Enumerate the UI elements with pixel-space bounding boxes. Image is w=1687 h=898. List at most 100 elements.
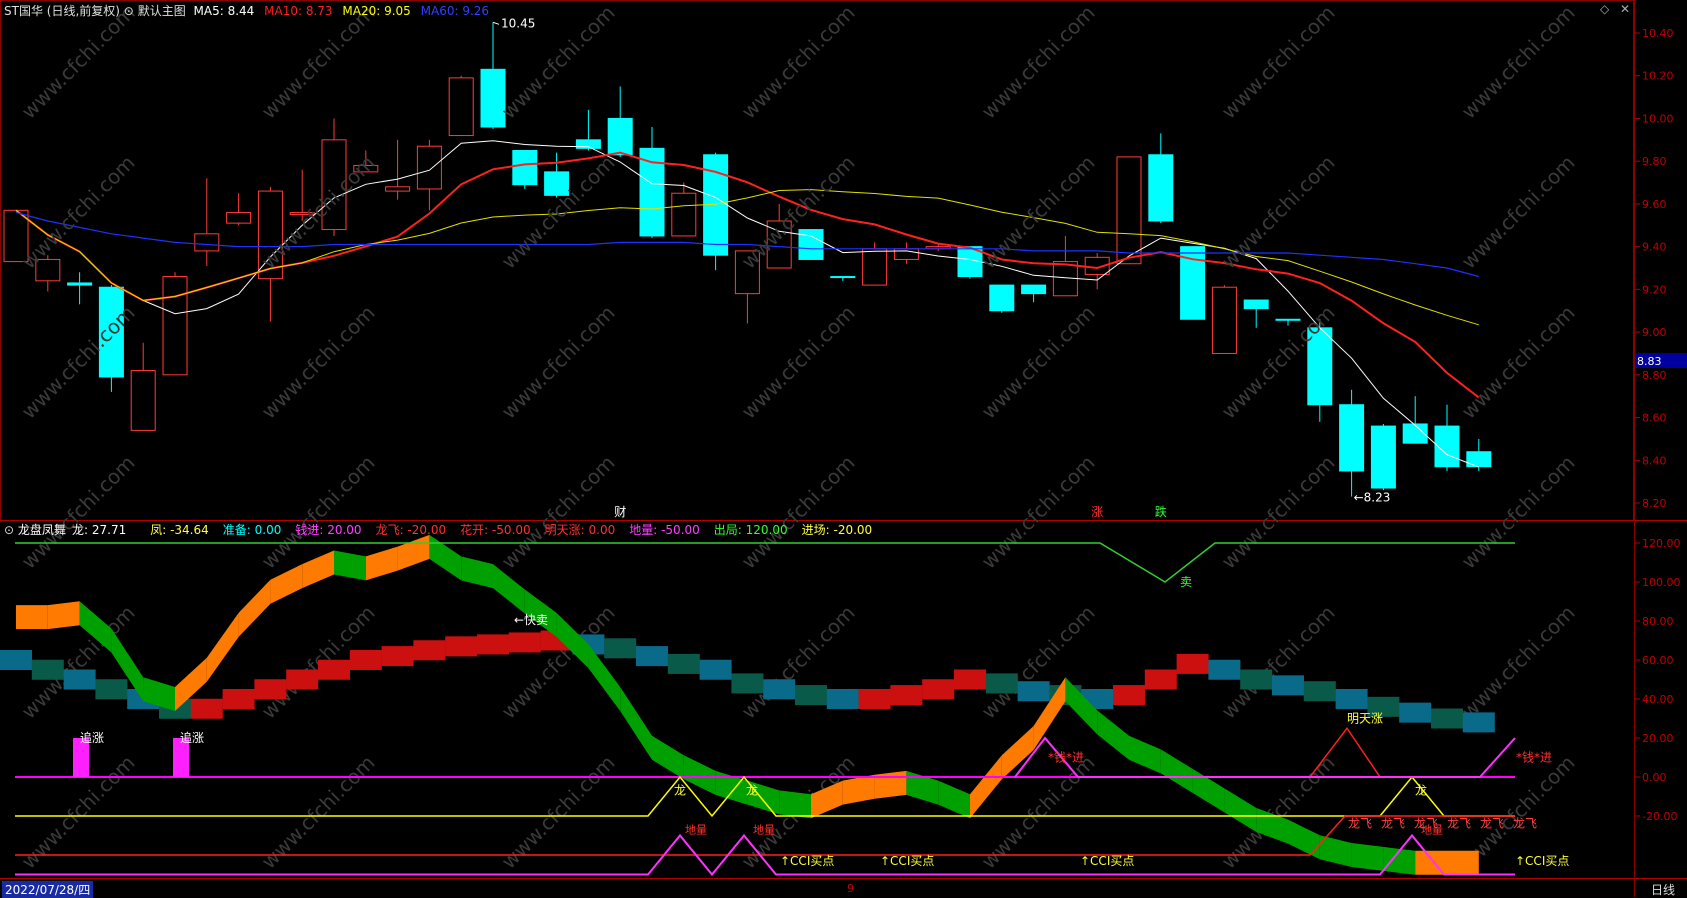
mid-mark: 9 <box>847 882 854 895</box>
template-name[interactable]: 默认主图 <box>138 4 186 18</box>
dragon-bar <box>636 646 668 667</box>
phoenix-band <box>47 601 80 630</box>
candle-body <box>1211 286 1237 354</box>
signal-marker: 跌 <box>1155 504 1167 519</box>
phoenix-band <box>683 755 716 795</box>
phoenix-band <box>906 770 939 805</box>
ma60-value: MA60: 9.26 <box>420 4 490 18</box>
dragon-bar <box>1113 685 1145 706</box>
phoenix-band <box>1160 749 1193 793</box>
watermark-text: www.cfchi.com <box>257 451 380 574</box>
watermark-text: www.cfchi.com <box>17 151 140 274</box>
dragon-bar <box>508 632 541 653</box>
watermark-text: www.cfchi.com <box>737 151 860 274</box>
phoenix-band <box>652 735 684 780</box>
indicator-name[interactable]: 龙盘凤舞 <box>18 523 66 537</box>
sell-label: 卖 <box>1180 575 1192 589</box>
phoenix-band <box>1351 843 1384 871</box>
dragon-bar <box>731 673 764 694</box>
watermark-text: www.cfchi.com <box>1457 301 1580 424</box>
close-icon[interactable]: ✕ <box>1620 2 1630 16</box>
candle-body <box>607 117 633 156</box>
phoenix-band <box>1319 835 1352 867</box>
candle-body <box>226 211 252 224</box>
low-price-label: ←8.23 <box>1354 491 1391 505</box>
dragon-bar <box>858 689 891 709</box>
candle-body <box>830 276 856 279</box>
stock-name[interactable]: ST国华 <box>4 4 43 18</box>
candle-body <box>194 233 220 252</box>
candle-body <box>416 145 442 190</box>
phoenix-band <box>493 564 525 614</box>
candle-body <box>1021 284 1047 295</box>
candle-body <box>1243 299 1269 310</box>
price-axis-panel[interactable] <box>1634 0 1687 897</box>
dragon-bar <box>318 659 350 680</box>
watermark-text: www.cfchi.com <box>1457 1 1580 124</box>
indicator-value: 准备: 0.00 <box>222 523 282 537</box>
phoenix-band <box>1192 768 1225 813</box>
watermark-text: www.cfchi.com <box>1457 451 1580 574</box>
dragon-bar <box>190 698 223 719</box>
toggle-icon[interactable]: ⊙ <box>124 4 134 18</box>
dragon-fly-label: 龙飞 <box>1414 817 1438 831</box>
chase-label: 追涨 <box>80 730 104 745</box>
ma20-value: MA20: 9.05 <box>342 4 411 18</box>
dragon-bar <box>667 653 700 674</box>
dragon-bar <box>0 650 32 670</box>
candle-body <box>671 192 697 237</box>
watermark-text: www.cfchi.com <box>1217 1 1340 124</box>
dragon-bar <box>63 669 96 690</box>
watermark-text: www.cfchi.com <box>1217 451 1340 574</box>
candle-body <box>480 68 506 128</box>
watermark-text: www.cfchi.com <box>257 301 380 424</box>
indicator-value: 明天涨: 0.00 <box>544 523 616 537</box>
phoenix-band <box>16 605 48 630</box>
dragon-bar <box>381 646 414 667</box>
phoenix-band <box>1129 735 1161 774</box>
period-label[interactable]: 日线 <box>1651 881 1675 898</box>
phoenix-band <box>206 612 239 682</box>
dragon-bar <box>922 679 955 700</box>
diamond-icon[interactable]: ◇ <box>1600 2 1609 16</box>
phoenix-band <box>938 780 970 819</box>
watermark-text: www.cfchi.com <box>497 451 620 574</box>
candle-body <box>385 186 411 192</box>
money-in-label: *钱*进 <box>1048 749 1084 764</box>
phoenix-band <box>365 546 398 581</box>
candle-body <box>130 370 156 431</box>
phoenix-band <box>1001 726 1034 780</box>
period-mode[interactable]: (日线,前复权) <box>47 4 120 18</box>
indicator-value: 龙飞: -20.00 <box>375 523 447 537</box>
dragon-fly-label: 龙飞 <box>1447 817 1471 831</box>
phoenix-band <box>397 534 430 571</box>
dragon-fly-label: 龙飞 <box>1480 817 1504 831</box>
dragon-bar <box>1462 712 1495 733</box>
phoenix-band <box>779 790 811 819</box>
dragon-bar <box>1017 681 1050 702</box>
date-label: 2022/07/28/四 <box>2 881 94 898</box>
dragon-bar <box>1144 669 1177 690</box>
candle-body <box>862 248 888 286</box>
candle-body <box>1466 451 1492 468</box>
collapse-icon[interactable]: ⊙ <box>4 523 14 537</box>
watermark-text: www.cfchi.com <box>977 151 1100 274</box>
dragon-bar <box>349 650 382 670</box>
dragon-bar <box>890 685 923 706</box>
high-price-pointer <box>492 21 500 25</box>
dragon-bar <box>31 659 64 680</box>
dragon-bar <box>1303 681 1336 702</box>
candle-body <box>1275 318 1301 321</box>
dragon-bar <box>1240 669 1273 690</box>
dragon-bar <box>1208 659 1241 680</box>
phoenix-band <box>429 534 462 581</box>
chart-canvas[interactable]: 10.4010.2010.009.809.609.409.209.008.808… <box>0 0 1687 897</box>
candle-body <box>1339 404 1365 472</box>
phoenix-band <box>302 550 334 589</box>
cci-buy-label: ↑CCI买点 <box>1515 854 1569 868</box>
phoenix-band <box>461 556 493 589</box>
dragon-bar <box>413 640 446 661</box>
indicator-value: 钱进: 20.00 <box>295 523 362 537</box>
tomorrow-up-label: 明天涨 <box>1347 710 1383 725</box>
candle-body <box>1116 156 1142 265</box>
